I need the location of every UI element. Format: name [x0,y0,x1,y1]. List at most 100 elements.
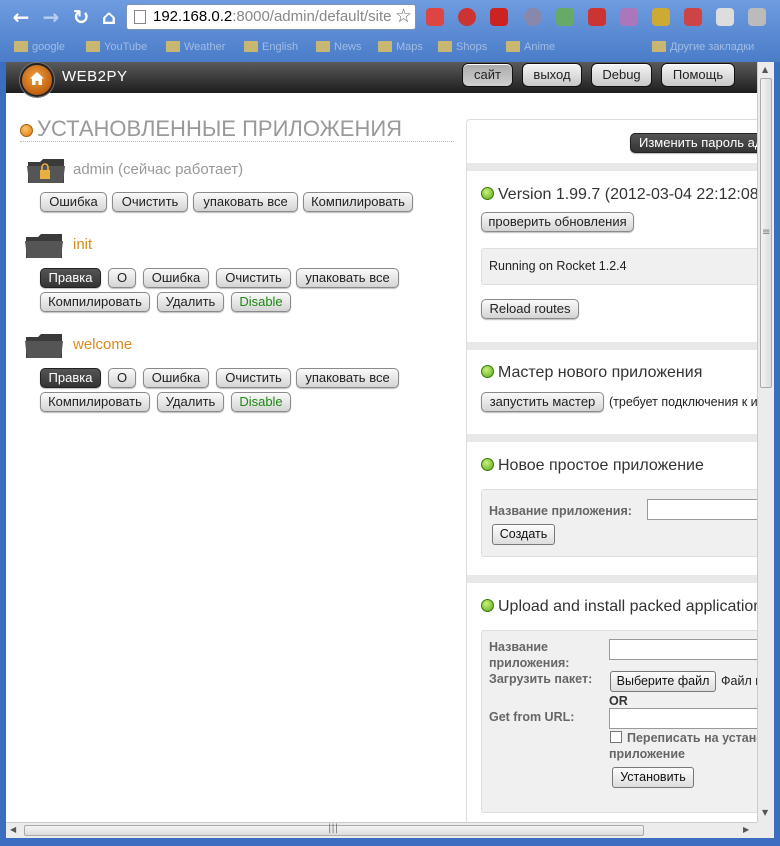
horizontal-scrollbar[interactable]: ◀ ||| ▶ [6,822,757,838]
folder-icon [25,334,63,358]
nav-help-button[interactable]: Помощь [661,63,735,87]
init-edit-button[interactable]: Правка [40,268,101,288]
change-password-button[interactable]: Изменить пароль администратора [630,133,757,153]
overwrite-checkbox[interactable] [610,731,622,743]
app-name-input[interactable] [647,499,757,520]
window-frame [0,838,780,846]
url-input[interactable] [609,708,757,729]
app-name-welcome[interactable]: welcome [73,336,132,353]
bookmark-item[interactable]: Anime [506,38,555,56]
app-name-admin: admin (сейчас работает) [73,161,244,178]
admin-pack-all-button[interactable]: упаковать все [193,192,298,212]
admin-compile-button[interactable]: Компилировать [303,192,413,212]
upload-heading: Upload and install packed application [481,598,757,616]
welcome-delete-button[interactable]: Удалить [157,392,224,412]
vertical-scrollbar[interactable]: ▲ ≡ ▼ [757,62,774,822]
extension-icon[interactable] [426,8,444,26]
choose-file-button[interactable]: Выберите файл [610,671,716,692]
scroll-corner [757,822,774,838]
extension-icon[interactable] [490,8,508,26]
upload-title: Upload and install packed application [498,598,757,615]
bookmark-item[interactable]: Shops [438,38,487,56]
back-icon[interactable]: ← [10,6,32,28]
welcome-edit-button[interactable]: Правка [40,368,101,388]
wrench-icon[interactable] [748,8,766,26]
scroll-down-icon[interactable]: ▼ [762,808,768,817]
simple-app-form: Название приложения: Создать [481,489,757,557]
extension-icon[interactable] [524,8,542,26]
get-from-url-label: Get from URL: [489,710,575,724]
welcome-errors-button[interactable]: Ошибка [143,368,209,388]
admin-errors-button[interactable]: Ошибка [40,192,107,212]
welcome-pack-all-button[interactable]: упаковать все [296,368,399,388]
web2py-home-logo[interactable] [20,63,54,97]
nav-site-button[interactable]: сайт [462,63,513,87]
reload-icon[interactable]: ↻ [70,6,92,28]
file-status-text: Файл не выбран [721,674,757,688]
bookmark-item[interactable]: English [244,38,298,56]
install-button[interactable]: Установить [612,767,694,788]
simple-app-heading: Новое простое приложение [481,457,704,475]
upload-package-label: Загрузить пакет: [489,672,593,686]
overwrite-label-line2: приложение [609,747,685,761]
welcome-disable-button[interactable]: Disable [231,392,291,412]
page-viewport: WEB2PY сайт выход Debug Помощь УСТАНОВЛЕ… [6,62,757,822]
init-delete-button[interactable]: Удалить [157,292,224,312]
extension-icon[interactable] [684,8,702,26]
installed-apps-title: УСТАНОВЛЕННЫЕ ПРИЛОЖЕНИЯ [37,116,403,141]
init-clean-button[interactable]: Очистить [216,268,291,288]
bookmarks-bar: google YouTube Weather English News Maps… [0,34,780,60]
simple-app-title: Новое простое приложение [498,457,704,474]
init-disable-button[interactable]: Disable [231,292,291,312]
nav-logout-button[interactable]: выход [522,63,582,87]
extension-icon[interactable] [556,8,574,26]
init-pack-all-button[interactable]: упаковать все [296,268,399,288]
installed-apps-heading: УСТАНОВЛЕННЫЕ ПРИЛОЖЕНИЯ [20,117,454,142]
scroll-right-icon[interactable]: ▶ [743,825,749,834]
extension-icon[interactable] [716,8,734,26]
extension-icon[interactable] [458,8,476,26]
init-about-button[interactable]: О [108,268,136,288]
locked-folder-icon [27,159,65,183]
browser-chrome: ← → ↻ ⌂ 192.168.0.2:8000/admin/default/s… [0,0,780,62]
url-path: :8000/admin/default/site [232,8,392,25]
start-wizard-button[interactable]: запустить мастер [481,392,604,412]
welcome-compile-button[interactable]: Компилировать [40,392,150,412]
web2py-logo-text: WEB2PY [62,68,128,85]
scroll-up-icon[interactable]: ▲ [762,65,768,74]
init-compile-button[interactable]: Компилировать [40,292,150,312]
address-bar[interactable]: 192.168.0.2:8000/admin/default/site ☆ [126,4,416,30]
wizard-note: (требует подключения к интернету) [609,395,757,409]
bookmark-item[interactable]: google [14,38,65,56]
extension-icon[interactable] [588,8,606,26]
check-updates-button[interactable]: проверить обновления [481,212,634,232]
app-name-label: Название приложения: [489,504,632,518]
forward-icon[interactable]: → [40,6,62,28]
overwrite-label-line1: Переписать на установленное [627,731,757,745]
bookmark-item[interactable]: Другие закладки [652,38,754,56]
upload-app-name-input[interactable] [609,639,757,660]
bookmark-item[interactable]: Weather [166,38,225,56]
welcome-about-button[interactable]: О [108,368,136,388]
nav-debug-button[interactable]: Debug [591,63,652,87]
bookmark-item[interactable]: YouTube [86,38,147,56]
init-errors-button[interactable]: Ошибка [143,268,209,288]
extension-icon[interactable] [620,8,638,26]
wizard-heading: Мастер нового приложения [481,364,702,382]
admin-sidebar: Изменить пароль администратора Version 1… [466,119,757,822]
reload-routes-button[interactable]: Reload routes [481,299,579,319]
version-heading: Version 1.99.7 (2012-03-04 22:12:08) [481,186,757,204]
page-icon [134,10,146,24]
extension-icon[interactable] [652,8,670,26]
or-text: OR [609,694,628,708]
admin-clean-button[interactable]: Очистить [112,192,188,212]
bookmark-item[interactable]: News [316,38,362,56]
green-bullet-icon [481,599,494,612]
welcome-clean-button[interactable]: Очистить [216,368,291,388]
app-name-init[interactable]: init [73,236,92,253]
bookmark-item[interactable]: Maps [378,38,423,56]
create-button[interactable]: Создать [492,524,555,545]
home-icon[interactable]: ⌂ [98,6,120,28]
bookmark-star-icon[interactable]: ☆ [392,5,412,29]
scroll-left-icon[interactable]: ◀ [10,825,16,834]
